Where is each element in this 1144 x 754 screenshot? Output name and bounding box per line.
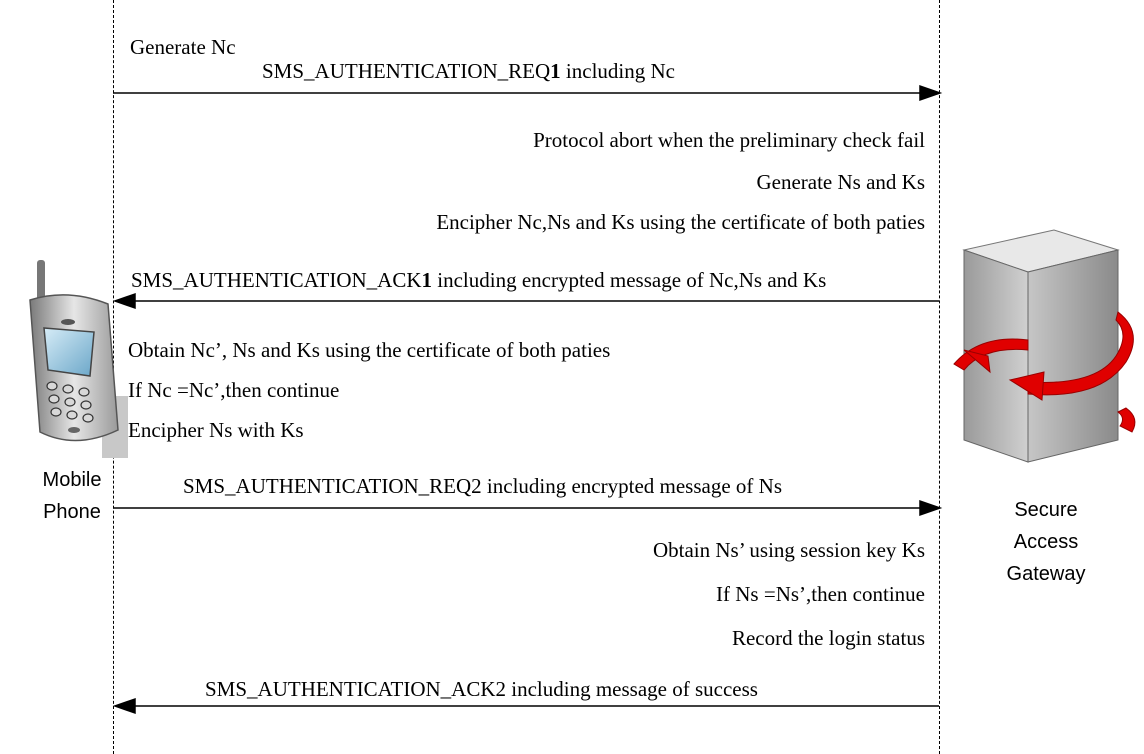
note-obtain-nc: Obtain Nc’, Ns and Ks using the certific… — [128, 338, 611, 362]
note-encipher-ns: Encipher Ns with Ks — [128, 418, 304, 442]
ack2-message: SMS_AUTHENTICATION_ACK2 including messag… — [205, 677, 758, 701]
req1-message: SMS_AUTHENTICATION_REQ1 including Nc — [262, 59, 675, 83]
ack1-arrowhead — [112, 292, 136, 310]
note-if-ns: If Ns =Ns’,then continue — [716, 582, 925, 606]
req2-arrowhead — [919, 499, 943, 517]
req2-message: SMS_AUTHENTICATION_REQ2 including encryp… — [183, 474, 783, 498]
note-record: Record the login status — [731, 626, 925, 650]
ack1-message-number: 1 — [421, 268, 433, 292]
note-obtain-ns: Obtain Ns’ using session key Ks — [652, 538, 925, 562]
note-generate-nc: Generate Nc — [130, 35, 236, 59]
ack1-message-detail: including encrypted message of Nc,Ns and… — [432, 268, 827, 292]
note-generate-ns-ks: Generate Ns and Ks — [756, 170, 925, 194]
note-protocol-abort: Protocol abort when the preliminary chec… — [533, 128, 925, 152]
req1-message-number: 1 — [550, 59, 561, 83]
req1-message-name: SMS_AUTHENTICATION_REQ — [262, 59, 551, 83]
note-if-nc: If Nc =Nc’,then continue — [128, 378, 340, 402]
note-encipher-nc-ns-ks: Encipher Nc,Ns and Ks using the certific… — [436, 210, 925, 234]
req1-message-detail: including Nc — [560, 59, 675, 83]
ack1-message-name: SMS_AUTHENTICATION_ACK — [131, 268, 422, 292]
ack2-arrowhead — [112, 697, 136, 715]
req1-arrowhead — [919, 84, 943, 102]
ack1-message: SMS_AUTHENTICATION_ACK1 including encryp… — [131, 268, 826, 292]
message-arrows — [112, 84, 943, 715]
